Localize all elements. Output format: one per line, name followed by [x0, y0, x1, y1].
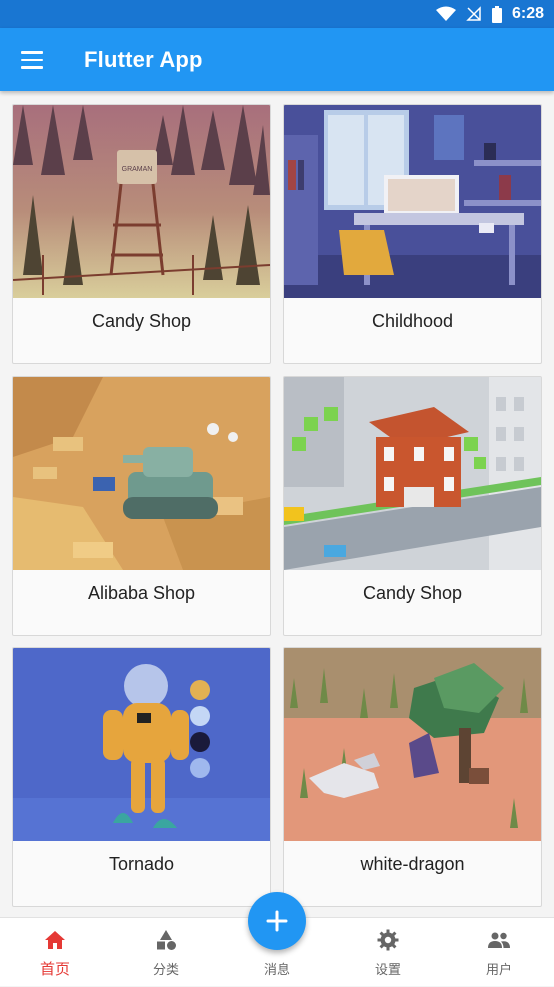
nav-item-settings[interactable]: 设置 [333, 918, 443, 987]
app-bar: Flutter App [0, 28, 554, 91]
settings-icon [377, 929, 399, 951]
add-button[interactable] [248, 892, 306, 950]
status-time: 6:28 [511, 5, 544, 22]
card-alibaba-shop[interactable]: Alibaba Shop [12, 376, 271, 636]
home-icon [45, 931, 65, 949]
nav-item-home[interactable]: 首页 [0, 918, 110, 987]
card-candy-shop-1[interactable]: GRAMAN Candy Shop [12, 104, 271, 364]
nav-label: 消息 [263, 962, 290, 977]
nav-item-user[interactable]: 用户 [444, 918, 554, 987]
wifi-icon [435, 6, 456, 21]
card-image [13, 377, 270, 570]
card-caption: Alibaba Shop [87, 583, 196, 603]
card-caption: Candy Shop [362, 583, 463, 603]
nav-item-category[interactable]: 分类 [111, 918, 221, 987]
card-image: GRAMAN [13, 105, 270, 298]
card-candy-shop-2[interactable]: Candy Shop [283, 376, 542, 636]
card-image [284, 377, 541, 570]
people-icon [488, 932, 510, 948]
card-caption: Childhood [371, 311, 454, 331]
category-icon [157, 930, 176, 950]
nav-label: 首页 [39, 961, 70, 978]
nav-label: 用户 [485, 962, 512, 977]
status-icons: 6:28 [435, 4, 544, 24]
battery-icon [491, 5, 502, 23]
card-image [284, 648, 541, 841]
card-caption: Tornado [108, 854, 175, 874]
nav-label: 设置 [374, 962, 401, 977]
card-tornado[interactable]: Tornado [12, 647, 271, 907]
svg-text:GRAMAN: GRAMAN [122, 166, 153, 173]
card-caption: white-dragon [360, 854, 465, 874]
status-bar: 6:28 [0, 0, 554, 28]
card-childhood[interactable]: Childhood [283, 104, 542, 364]
card-caption: Candy Shop [91, 311, 192, 331]
card-grid: GRAMAN Candy Shop Childhood Alibaba Shop… [0, 91, 554, 917]
page-title: Flutter App [84, 47, 203, 72]
plus-icon [266, 910, 288, 932]
menu-icon[interactable] [12, 41, 52, 79]
card-image [284, 105, 541, 298]
card-white-dragon[interactable]: white-dragon [283, 647, 542, 907]
nav-label: 分类 [152, 962, 179, 977]
no-signal-icon [466, 6, 481, 21]
card-image [13, 648, 270, 841]
